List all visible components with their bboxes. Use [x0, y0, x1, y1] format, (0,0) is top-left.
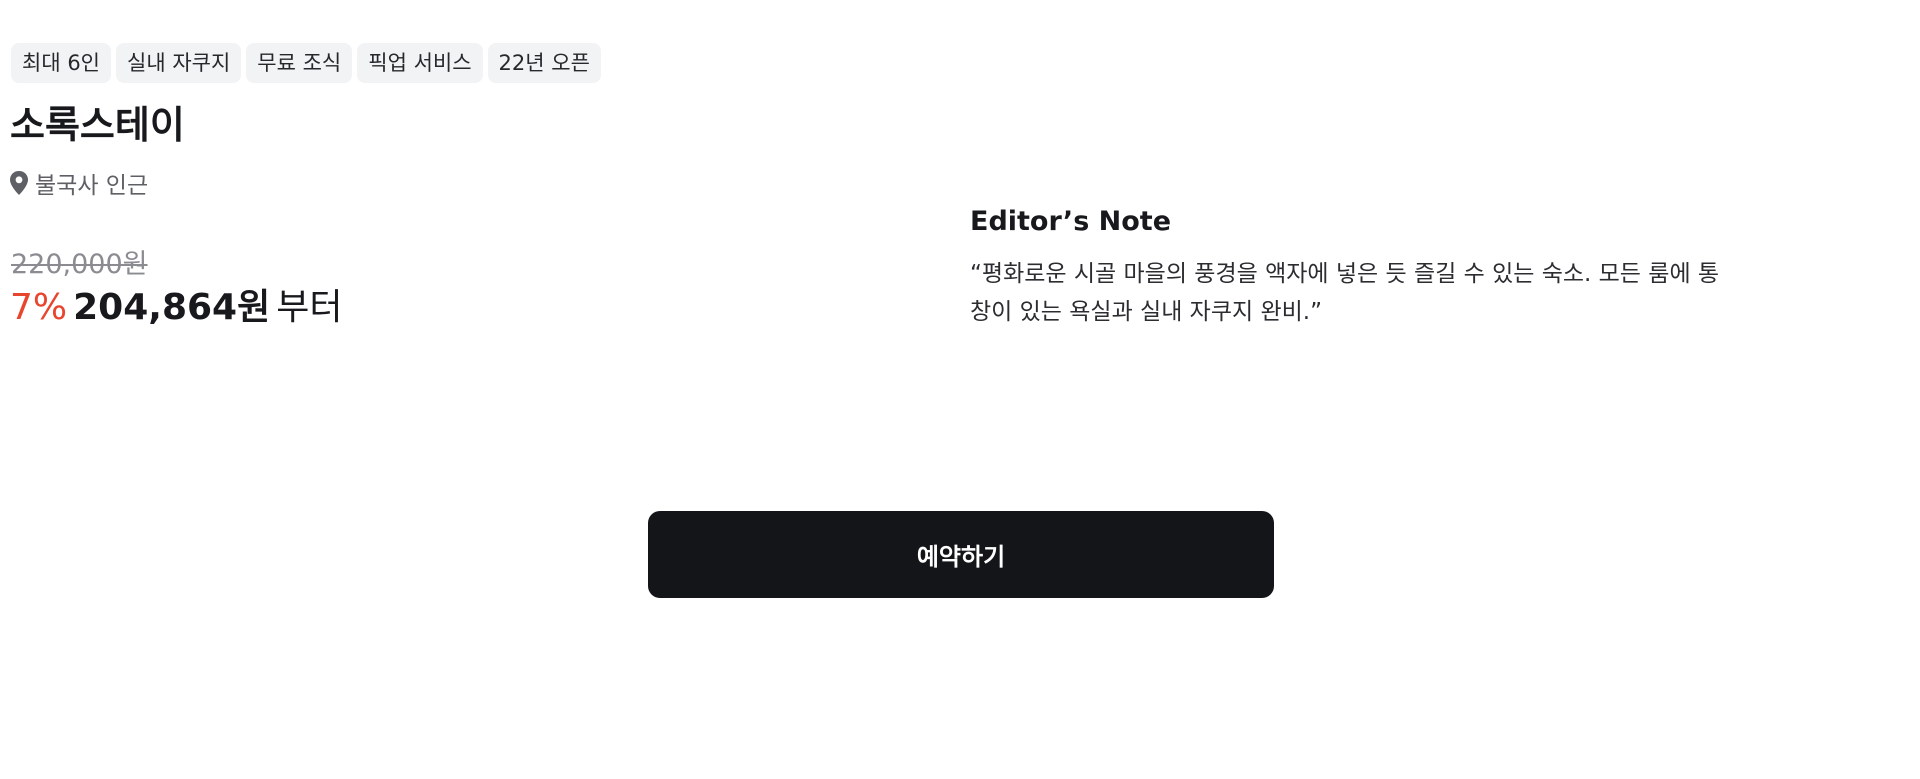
feature-tag: 픽업 서비스 — [357, 43, 483, 83]
price-suffix: 부터 — [276, 287, 343, 328]
location-text: 불국사 인근 — [35, 173, 149, 199]
stay-detail-page: 최대 6인 실내 자쿠지 무료 조식 픽업 서비스 22년 오픈 소록스테이 불… — [0, 0, 1920, 779]
original-price: 220,000원 — [11, 249, 148, 280]
editor-note: Editor’s Note “평화로운 시골 마을의 풍경을 액자에 넣은 듯 … — [970, 203, 1730, 331]
location-pin-icon — [9, 170, 29, 196]
feature-tag: 22년 오픈 — [487, 43, 601, 83]
stay-title: 소록스테이 — [10, 103, 185, 147]
feature-tag: 무료 조식 — [246, 43, 353, 83]
editor-note-text: “평화로운 시골 마을의 풍경을 액자에 넣은 듯 즐길 수 있는 숙소. 모든… — [970, 261, 1720, 325]
feature-tag: 최대 6인 — [11, 43, 111, 83]
price-row: 7% 204,864원 부터 — [10, 286, 342, 330]
editor-note-title: Editor’s Note — [970, 206, 1172, 237]
discount-rate: 7% — [10, 287, 68, 328]
feature-tags: 최대 6인 실내 자쿠지 무료 조식 픽업 서비스 22년 오픈 — [11, 43, 601, 83]
reserve-button[interactable]: 예약하기 — [648, 511, 1274, 598]
sale-price: 204,864원 — [73, 287, 271, 328]
feature-tag: 실내 자쿠지 — [116, 43, 242, 83]
location: 불국사 인근 — [9, 166, 148, 200]
